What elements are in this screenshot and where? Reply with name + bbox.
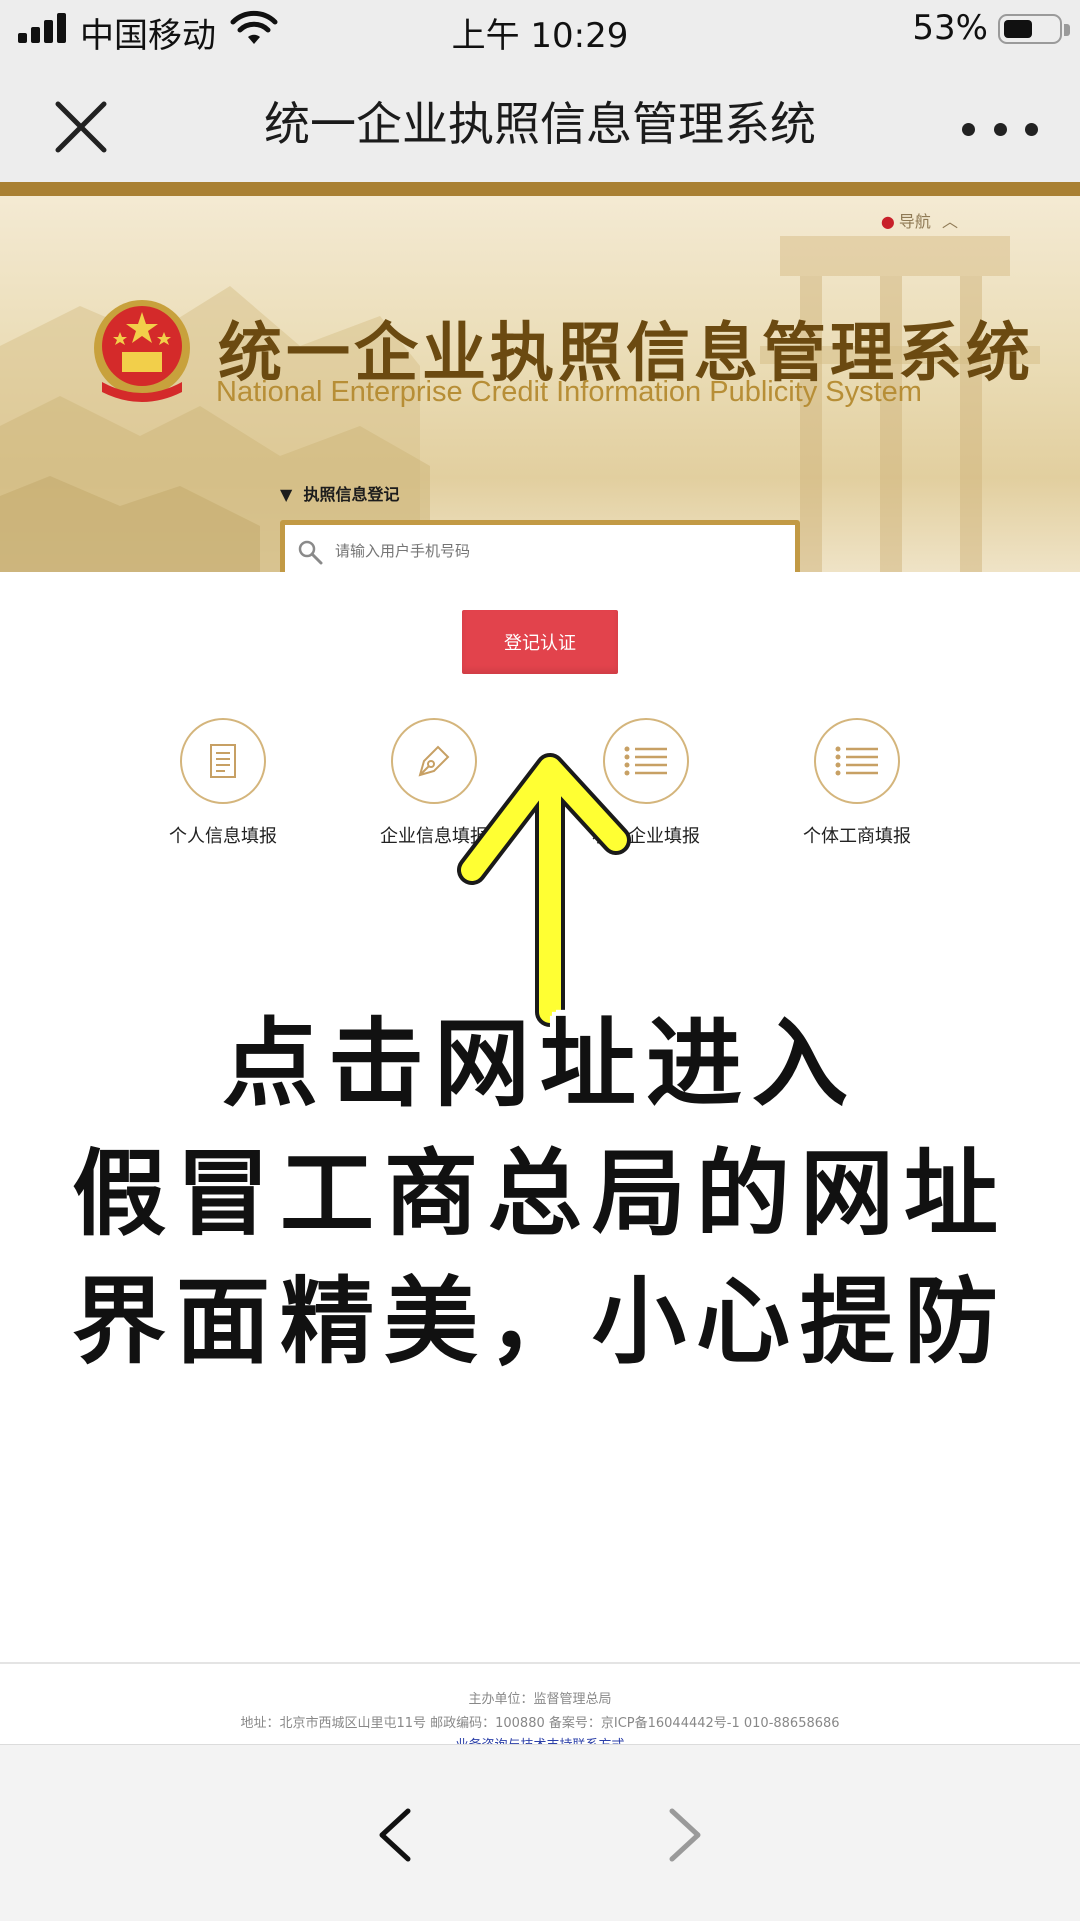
list-icon (814, 718, 900, 804)
search-icon (298, 540, 323, 565)
warning-text-line2: 假冒工商总局的网址 (71, 1139, 1008, 1249)
quick-link-label: 个人信息填报 (169, 826, 277, 847)
quick-link-personal[interactable]: 个人信息填报 (143, 718, 303, 848)
battery-icon (998, 14, 1062, 44)
phone-search-box[interactable] (280, 520, 800, 572)
page-footer: 主办单位：监督管理总局 地址：北京市西城区山里屯11号 邮政编码：100880 … (0, 1664, 1080, 1746)
footer-host: 主办单位：监督管理总局 (468, 1692, 612, 1707)
system-title-en: National Enterprise Credit Information P… (216, 376, 922, 408)
phone-input[interactable] (335, 533, 775, 569)
more-dots-icon[interactable] (962, 116, 1038, 142)
battery-fill (1004, 20, 1032, 38)
quick-link-individual-business[interactable]: 个体工商填报 (777, 718, 937, 848)
footer-address: 地址：北京市西城区山里屯11号 邮政编码：100880 备案号：京ICP备160… (240, 1716, 840, 1731)
document-icon (180, 718, 266, 804)
gold-divider (0, 182, 1080, 196)
location-pin-icon: ● (880, 212, 895, 231)
national-emblem-icon (94, 300, 190, 402)
register-label: ▼ 执照信息登记 (280, 481, 399, 505)
register-auth-button[interactable]: 登记认证 (462, 610, 618, 674)
navigation-link-label: 导航 (898, 212, 931, 231)
battery-tip (1064, 24, 1070, 36)
quick-link-label: 个体工商填报 (803, 826, 911, 847)
browser-toolbar (0, 1744, 1080, 1921)
warning-text-line1: 点击网址进入 (222, 1007, 858, 1120)
chevron-up-icon: ︿ (941, 212, 958, 231)
navigation-link[interactable]: ● 导航 ︿ (881, 208, 958, 232)
triangle-down-icon: ▼ (280, 485, 293, 504)
back-arrow-icon[interactable] (370, 1805, 420, 1865)
forward-arrow-icon[interactable] (660, 1805, 710, 1865)
battery-percent: 53% (912, 8, 988, 48)
status-bar: 中国移动 上午 10:29 53% (0, 0, 1080, 58)
hero-banner: ● 导航 ︿ 统一企业执照信息管理系统 National Enterprise C… (0, 196, 1080, 572)
close-icon[interactable] (52, 98, 110, 156)
warning-text-line3: 界面精美，小心提防 (71, 1267, 1008, 1377)
browser-navbar: 统一企业执照信息管理系统 (0, 58, 1080, 182)
register-label-text: 执照信息登记 (303, 485, 400, 504)
page-title: 统一企业执照信息管理系统 (264, 97, 816, 151)
